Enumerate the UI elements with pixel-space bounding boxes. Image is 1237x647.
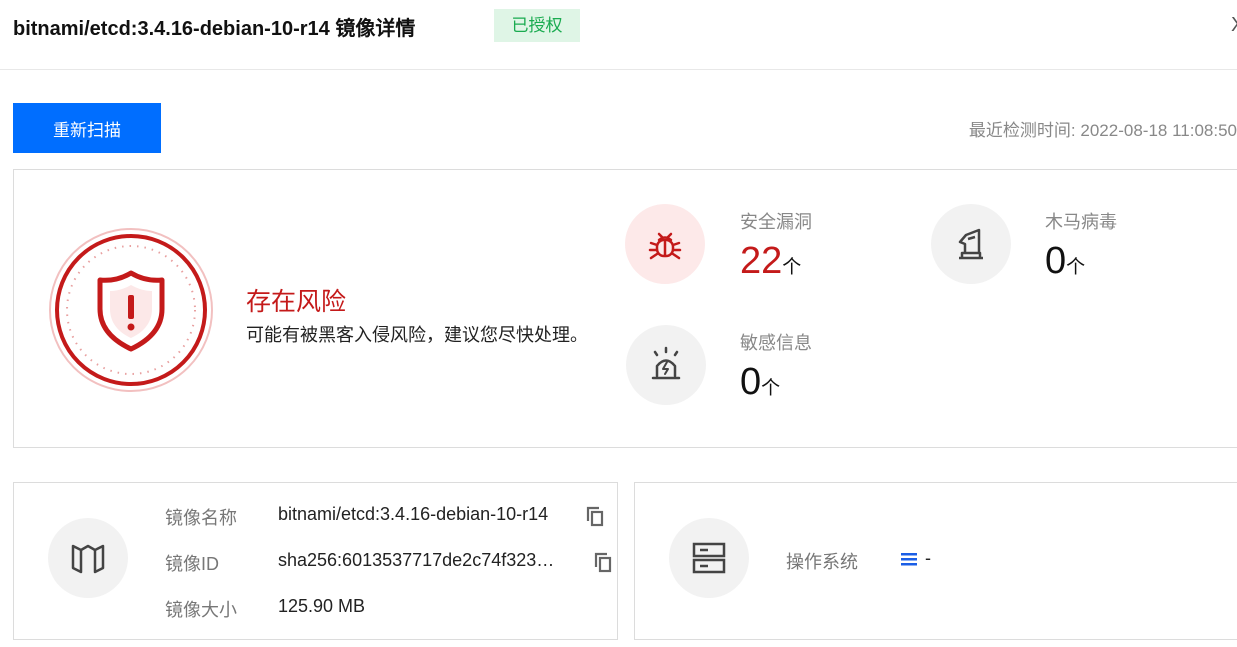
stat-value-sensitive[interactable]: 0个 <box>740 361 780 404</box>
copy-icon[interactable] <box>593 551 613 573</box>
last-scan-time-value: 2022-08-18 11:08:50 <box>1080 121 1237 140</box>
image-id-value: sha256:6013537717de2c74f323… <box>278 550 555 570</box>
image-info-panel: 镜像名称 bitnami/etcd:3.4.16-debian-10-r14 镜… <box>13 482 618 640</box>
page-title: bitnami/etcd:3.4.16-debian-10-r14 镜像详情 <box>13 18 416 40</box>
stat-label-vulnerabilities: 安全漏洞 <box>740 212 812 232</box>
server-icon <box>669 518 749 598</box>
last-scan-time: 最近检测时间: 2022-08-18 11:08:50 <box>969 116 1237 141</box>
os-info-panel: 操作系统 - <box>634 482 1237 640</box>
image-book-icon <box>48 518 128 598</box>
authorized-badge: 已授权 <box>494 9 580 42</box>
stat-unit: 个 <box>1066 257 1086 278</box>
bug-icon <box>625 204 705 284</box>
stat-label-trojans: 木马病毒 <box>1045 212 1117 232</box>
stat-unit: 个 <box>761 378 781 399</box>
risk-summary-panel: 存在风险 可能有被黑客入侵风险，建议您尽快处理。 安全漏洞 22个 木马病毒 0… <box>13 169 1237 448</box>
os-label: 操作系统 <box>786 552 858 572</box>
stat-label-sensitive: 敏感信息 <box>740 333 812 353</box>
image-name-label: 镜像名称 <box>165 508 237 528</box>
os-value: - <box>925 548 931 568</box>
shield-alert-icon <box>48 227 214 393</box>
stat-number: 0 <box>1045 240 1067 282</box>
stat-unit: 个 <box>782 257 802 278</box>
stat-value-trojans[interactable]: 0个 <box>1045 240 1085 283</box>
image-name-value: bitnami/etcd:3.4.16-debian-10-r14 <box>278 504 549 524</box>
alarm-icon <box>626 325 706 405</box>
rescan-button[interactable]: 重新扫描 <box>13 103 161 153</box>
image-size-label: 镜像大小 <box>165 600 237 620</box>
copy-icon[interactable] <box>585 505 605 527</box>
risk-description: 可能有被黑客入侵风险，建议您尽快处理。 <box>246 325 588 345</box>
stat-number: 22 <box>740 240 783 282</box>
page-header: bitnami/etcd:3.4.16-debian-10-r14 镜像详情 已… <box>0 0 1237 70</box>
stat-number: 0 <box>740 361 762 403</box>
close-icon[interactable]: X <box>1231 14 1237 37</box>
image-size-value: 125.90 MB <box>278 596 366 616</box>
trojan-icon <box>931 204 1011 284</box>
risk-title: 存在风险 <box>246 288 347 316</box>
list-icon <box>901 552 917 571</box>
stat-value-vulnerabilities[interactable]: 22个 <box>740 240 801 283</box>
image-id-label: 镜像ID <box>165 554 219 574</box>
last-scan-time-label: 最近检测时间: <box>968 121 1076 140</box>
